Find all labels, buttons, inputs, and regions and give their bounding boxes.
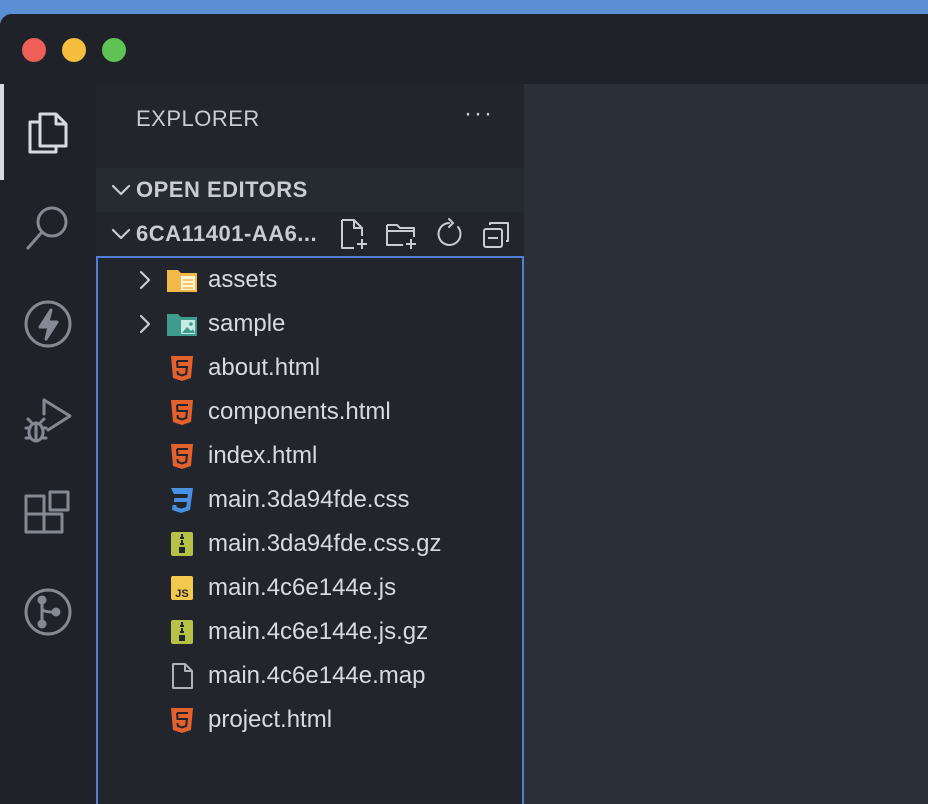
extensions-icon: [24, 490, 70, 534]
html-file-icon: [171, 356, 193, 381]
tree-item-main-map[interactable]: main.4c6e144e.map: [98, 654, 522, 698]
folder-assets-icon: [167, 270, 197, 292]
tree-item-label: main.3da94fde.css: [208, 486, 410, 513]
html-file-icon: [171, 400, 193, 425]
collapse-all-icon[interactable]: [480, 217, 514, 251]
tree-item-assets[interactable]: assets: [98, 258, 522, 302]
tree-item-main-css-gz[interactable]: main.3da94fde.css.gz: [98, 522, 522, 566]
tree-item-label: main.3da94fde.css.gz: [208, 530, 442, 557]
open-editors-section[interactable]: OPEN EDITORS: [96, 168, 524, 212]
html-file-icon: [171, 708, 193, 733]
tree-item-label: main.4c6e144e.js: [208, 574, 397, 601]
tree-item-components-html[interactable]: components.html: [98, 390, 522, 434]
file-tree: assets sample about.html components.html…: [96, 256, 524, 804]
tree-item-index-html[interactable]: index.html: [98, 434, 522, 478]
editor-area[interactable]: [524, 84, 928, 804]
tree-item-label: index.html: [208, 442, 318, 469]
activity-bar: [0, 84, 96, 804]
search-icon: [26, 206, 68, 250]
zoom-button[interactable]: [102, 38, 126, 62]
activity-search[interactable]: [0, 180, 96, 276]
activity-run-debug[interactable]: [0, 372, 96, 468]
tree-item-label: assets: [208, 266, 278, 293]
sidebar-header: EXPLORER ···: [96, 84, 524, 154]
tree-item-project-html[interactable]: project.html: [98, 698, 522, 742]
chevron-right-icon: [139, 270, 151, 290]
lightning-icon: [24, 300, 72, 348]
minimize-button[interactable]: [62, 38, 86, 62]
run-debug-icon: [24, 398, 72, 443]
source-control-icon: [24, 588, 72, 636]
tree-item-main-js[interactable]: JS main.4c6e144e.js: [98, 566, 522, 610]
activity-source-control[interactable]: [0, 564, 96, 660]
title-bar: [0, 14, 928, 84]
tree-item-label: components.html: [208, 398, 391, 425]
root-folder-actions: [336, 212, 514, 256]
tree-item-label: sample: [208, 310, 286, 337]
close-button[interactable]: [22, 38, 46, 62]
tree-item-main-js-gz[interactable]: main.4c6e144e.js.gz: [98, 610, 522, 654]
js-file-icon: JS: [171, 576, 193, 600]
html-file-icon: [171, 444, 193, 469]
archive-file-icon: [171, 620, 193, 644]
explorer-sidebar: EXPLORER ··· OPEN EDITORS 6CA11401-AA6..…: [96, 84, 524, 804]
tree-item-label: project.html: [208, 706, 333, 733]
css-file-icon: [171, 488, 193, 513]
new-folder-icon[interactable]: [384, 217, 418, 251]
activity-extensions[interactable]: [0, 468, 96, 564]
root-folder-section[interactable]: 6CA11401-AA6...: [96, 212, 524, 256]
tree-item-about-html[interactable]: about.html: [98, 346, 522, 390]
tree-item-sample[interactable]: sample: [98, 302, 522, 346]
explorer-icon: [28, 112, 68, 154]
svg-text:JS: JS: [175, 588, 188, 600]
tree-item-main-css[interactable]: main.3da94fde.css: [98, 478, 522, 522]
tree-item-label: about.html: [208, 354, 321, 381]
activity-lightning[interactable]: [0, 276, 96, 372]
open-editors-label: OPEN EDITORS: [136, 177, 308, 202]
sidebar-title: EXPLORER: [136, 106, 260, 131]
app-window: EXPLORER ··· OPEN EDITORS 6CA11401-AA6..…: [0, 14, 928, 804]
new-file-icon[interactable]: [336, 217, 370, 251]
folder-images-icon: [167, 314, 197, 336]
tree-item-label: main.4c6e144e.js.gz: [208, 618, 429, 645]
archive-file-icon: [171, 532, 193, 556]
activity-explorer[interactable]: [0, 84, 96, 180]
chevron-down-icon: [96, 223, 136, 245]
tree-item-label: main.4c6e144e.map: [208, 662, 426, 689]
more-actions-button[interactable]: ···: [464, 102, 494, 126]
root-folder-label: 6CA11401-AA6...: [136, 221, 318, 246]
refresh-icon[interactable]: [432, 217, 466, 251]
chevron-right-icon: [139, 314, 151, 334]
chevron-down-icon: [96, 179, 136, 201]
generic-file-icon: [172, 663, 193, 689]
